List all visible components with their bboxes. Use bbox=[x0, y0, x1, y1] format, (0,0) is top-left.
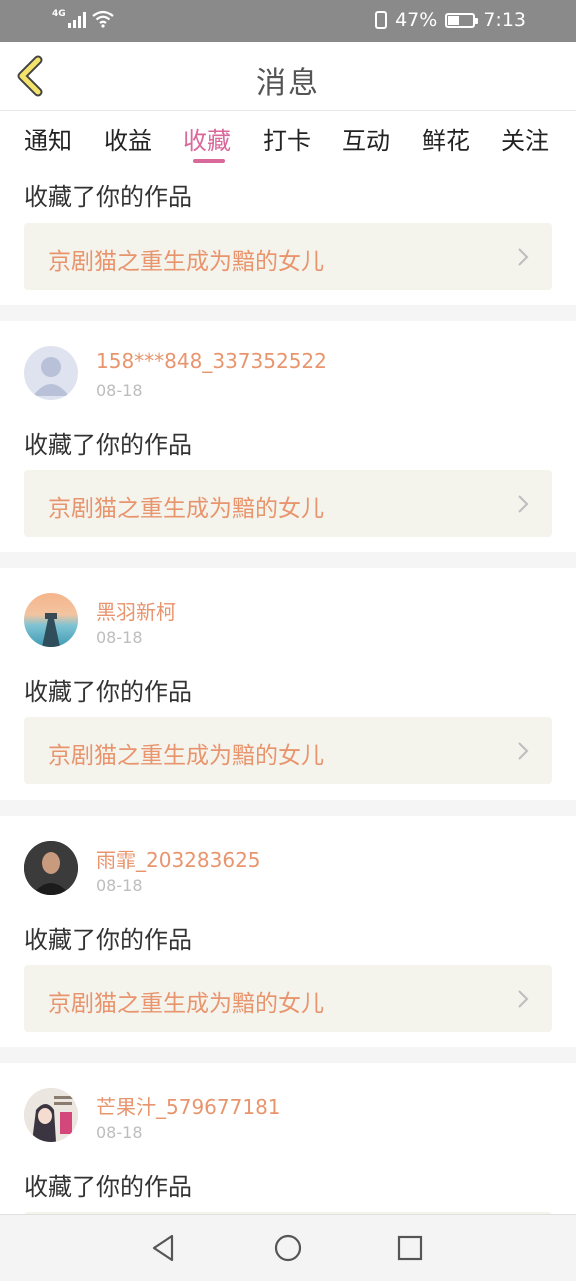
divider bbox=[0, 305, 576, 321]
notification-card: 芒果汁_579677181 08-18 收藏了你的作品 bbox=[0, 1063, 576, 1214]
username[interactable]: 芒果汁_579677181 bbox=[96, 1091, 281, 1120]
notification-list[interactable]: 收藏了你的作品 京剧猫之重生成为黯的女儿 158***848_337352522… bbox=[0, 167, 576, 1214]
work-title: 京剧猫之重生成为黯的女儿 bbox=[48, 743, 324, 769]
status-right: 47% 7:13 bbox=[375, 9, 526, 31]
date: 08-18 bbox=[96, 1123, 143, 1142]
network-type: 4G bbox=[52, 9, 66, 19]
action-text: 收藏了你的作品 bbox=[24, 431, 192, 459]
status-bar: 4G 47% 7:13 bbox=[0, 0, 576, 42]
notification-card: 收藏了你的作品 京剧猫之重生成为黯的女儿 bbox=[0, 167, 576, 305]
default-avatar-icon bbox=[33, 357, 69, 396]
circle-home-icon[interactable] bbox=[272, 1232, 304, 1264]
action-text: 收藏了你的作品 bbox=[24, 183, 192, 211]
action-text: 收藏了你的作品 bbox=[24, 926, 192, 954]
tab-favorites[interactable]: 收藏 bbox=[183, 121, 231, 156]
signal-area: 4G bbox=[52, 10, 114, 28]
notification-card: 黑羽新柯 08-18 收藏了你的作品 京剧猫之重生成为黯的女儿 bbox=[0, 568, 576, 800]
vibrate-icon bbox=[375, 11, 388, 29]
tab-interaction[interactable]: 互动 bbox=[342, 121, 390, 156]
tab-notice[interactable]: 通知 bbox=[24, 121, 72, 156]
date: 08-18 bbox=[96, 876, 143, 895]
work-link[interactable]: 京剧猫之重生成为黯的女儿 bbox=[24, 965, 552, 1032]
username[interactable]: 黑羽新柯 bbox=[96, 596, 176, 625]
app-header: 消息 bbox=[0, 42, 576, 111]
battery-percent: 47% bbox=[395, 9, 438, 31]
username[interactable]: 158***848_337352522 bbox=[96, 349, 327, 373]
work-title: 京剧猫之重生成为黯的女儿 bbox=[48, 496, 324, 522]
chevron-right-icon bbox=[518, 248, 529, 266]
divider bbox=[0, 1047, 576, 1063]
anime-avatar-icon bbox=[24, 1088, 78, 1142]
tab-checkin[interactable]: 打卡 bbox=[263, 121, 311, 156]
pier-avatar-icon bbox=[42, 613, 60, 647]
chevron-right-icon bbox=[518, 990, 529, 1008]
system-nav-bar bbox=[0, 1214, 576, 1281]
tab-flowers[interactable]: 鲜花 bbox=[422, 121, 470, 156]
avatar[interactable] bbox=[24, 593, 78, 647]
square-recents-icon[interactable] bbox=[394, 1232, 426, 1264]
tab-follow[interactable]: 关注 bbox=[501, 121, 549, 156]
active-tab-indicator bbox=[193, 159, 225, 163]
work-link[interactable]: 京剧猫之重生成为黯的女儿 bbox=[24, 717, 552, 784]
page-title: 消息 bbox=[256, 66, 320, 101]
action-text: 收藏了你的作品 bbox=[24, 678, 192, 706]
date: 08-18 bbox=[96, 381, 143, 400]
avatar[interactable] bbox=[24, 841, 78, 895]
person-photo-icon bbox=[24, 841, 78, 895]
battery-icon bbox=[445, 12, 479, 28]
clock: 7:13 bbox=[483, 9, 526, 31]
work-link[interactable]: 京剧猫之重生成为黯的女儿 bbox=[24, 470, 552, 537]
chevron-right-icon bbox=[518, 495, 529, 513]
triangle-back-icon[interactable] bbox=[148, 1232, 180, 1264]
divider bbox=[0, 800, 576, 816]
avatar[interactable] bbox=[24, 1088, 78, 1142]
username[interactable]: 雨霏_203283625 bbox=[96, 844, 261, 873]
work-link[interactable]: 京剧猫之重生成为黯的女儿 bbox=[24, 223, 552, 290]
divider bbox=[0, 552, 576, 568]
signal-icon bbox=[67, 10, 86, 28]
tab-earnings[interactable]: 收益 bbox=[104, 121, 152, 156]
date: 08-18 bbox=[96, 628, 143, 647]
action-text: 收藏了你的作品 bbox=[24, 1173, 192, 1201]
wifi-icon bbox=[91, 10, 114, 28]
chevron-right-icon bbox=[518, 742, 529, 760]
avatar[interactable] bbox=[24, 346, 78, 400]
notification-card: 158***848_337352522 08-18 收藏了你的作品 京剧猫之重生… bbox=[0, 321, 576, 552]
work-title: 京剧猫之重生成为黯的女儿 bbox=[48, 249, 324, 275]
tab-bar: 通知 收益 收藏 打卡 互动 鲜花 关注 bbox=[0, 111, 576, 167]
notification-card: 雨霏_203283625 08-18 收藏了你的作品 京剧猫之重生成为黯的女儿 bbox=[0, 816, 576, 1047]
work-title: 京剧猫之重生成为黯的女儿 bbox=[48, 991, 324, 1017]
